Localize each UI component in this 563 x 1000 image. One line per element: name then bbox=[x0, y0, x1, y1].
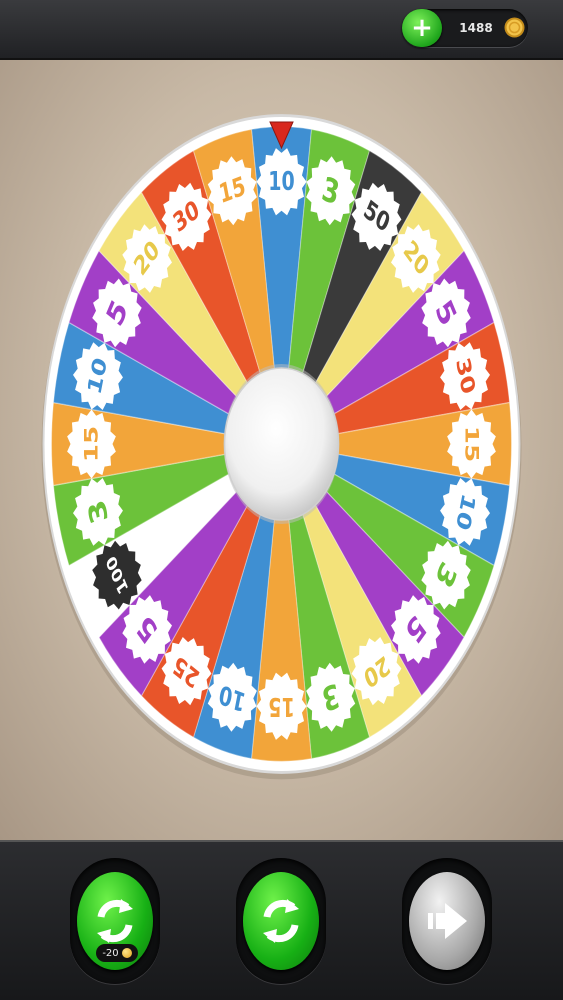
plus-icon: + bbox=[411, 13, 433, 43]
wheel-hub bbox=[223, 367, 340, 521]
prize-value: 15 bbox=[461, 426, 483, 462]
prize-wheel[interactable]: 10 35020530151035203151025510031510520301… bbox=[0, 60, 563, 840]
refresh-arrows-icon bbox=[263, 899, 299, 943]
add-coins-button[interactable]: + bbox=[402, 9, 442, 47]
coin-icon bbox=[121, 948, 132, 958]
coin-balance: 1488 bbox=[459, 21, 493, 35]
prize-value: 10 bbox=[268, 167, 294, 197]
prize-value: 15 bbox=[268, 691, 294, 721]
prize-value: 15 bbox=[81, 426, 103, 462]
next-button[interactable] bbox=[409, 872, 485, 970]
spin-cost-badge: -20 bbox=[96, 944, 138, 962]
refresh-arrows-icon bbox=[97, 899, 133, 943]
coin-icon bbox=[504, 17, 525, 38]
spin-cost-value: -20 bbox=[102, 947, 119, 959]
arrow-right-icon bbox=[428, 903, 467, 939]
spin-button[interactable] bbox=[243, 872, 319, 970]
